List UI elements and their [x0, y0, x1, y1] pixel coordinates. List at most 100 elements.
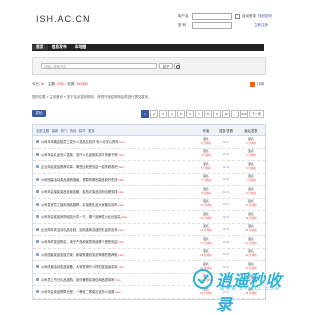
thread-title-text[interactable]: 企业年会奖品推荐清单，哪些比较受欢迎一起来看看吧	[41, 165, 118, 169]
last-poster[interactable]: 匿名	[248, 199, 254, 204]
nav-item-publish[interactable]: 信息发布	[48, 45, 71, 50]
thread-title[interactable]: 公司庆典活动奖品准备，大家觉得什么样的奖品最实用New	[41, 264, 197, 269]
table-row[interactable]: 公司年会礼品怎么选择，发什么礼品既实用又有面子呢New 匿名 3 分钟前 0 / 2匿…	[33, 149, 265, 161]
search-icon[interactable]	[174, 62, 180, 69]
table-row[interactable]: 公司年终奖品购买，电子产品和家居用品哪个更受欢迎New 匿名 17 分钟前 0 / 5…	[33, 236, 265, 249]
author-name[interactable]: 匿名	[203, 149, 209, 154]
author-name[interactable]: 匿名	[203, 137, 209, 141]
reply-view-count: 0 / 3	[223, 164, 229, 169]
thread-title-text[interactable]: 公司年会奖品预算分配，一等奖二等奖应该怎么设置	[41, 290, 114, 294]
table-row[interactable]: 公司年末晚会给员工发什么奖品比较好 有人分享心得吗New 匿名 2 分钟前 0 / 1…	[33, 136, 265, 149]
page-link[interactable]: 8	[203, 110, 212, 118]
table-row[interactable]: 公司年会抽奖奖品设置攻略，各档次奖品如何合理安排New 匿名 9 分钟前 0 / 4匿…	[33, 186, 265, 199]
rss-subscribe[interactable]: 订阅	[248, 82, 264, 87]
filter-latest[interactable]: 最新	[52, 128, 59, 133]
thread-title-text[interactable]: 公司团建活动奖品选购指南，预算有限也能选到好东西	[41, 178, 118, 182]
last-poster[interactable]: 匿名	[248, 187, 254, 191]
table-row[interactable]: 公司发放员工福利用品推荐，实用型礼品大家都喜欢吗New 匿名 11 分钟前 0 / 1…	[33, 199, 265, 211]
filter-all[interactable]: 全部主题	[36, 128, 49, 133]
thread-title[interactable]: 公司员工节日礼品选购，如何兼顾实用性和品质感呢New	[41, 277, 197, 282]
thread-title-text[interactable]: 公司年末晚会给员工发什么奖品比较好 有人分享心得吗	[41, 140, 118, 144]
site-logo[interactable]: ISH.AC.CN	[36, 14, 91, 24]
author-name[interactable]: 匿名	[203, 199, 209, 204]
last-poster[interactable]: 匿名	[248, 137, 254, 141]
author-name[interactable]: 匿名	[203, 162, 209, 166]
search-type-select[interactable]: 帖子	[159, 62, 173, 69]
last-poster[interactable]: 匿名	[248, 174, 254, 179]
last-poster[interactable]: 匿名	[248, 237, 254, 241]
page-link[interactable]: 6	[185, 110, 194, 118]
table-row[interactable]: 公司团建活动奖品选购指南，预算有限也能选到好东西New 匿名 7 分钟前 0 / 2匿…	[33, 174, 265, 186]
page-link[interactable]: 2	[149, 110, 158, 118]
next-page-button[interactable]: 下一页	[249, 110, 264, 118]
thread-title[interactable]: 公司团建活动奖品选购指南，预算有限也能选到好东西New	[41, 177, 197, 182]
filter-digest[interactable]: 精华	[79, 128, 86, 133]
thread-title-text[interactable]: 公司年会奖品采购经验分享一下，哪个品牌性价比比较高	[41, 215, 121, 219]
table-row[interactable]: 企业年会奖品推荐清单，哪些比较受欢迎一起来看看吧New 匿名 5 分钟前 0 / 3匿…	[33, 161, 265, 174]
nav-item-home[interactable]: 首页	[32, 45, 48, 50]
thread-icon	[36, 215, 39, 219]
page-link[interactable]: 10	[221, 110, 230, 118]
thread-icon	[36, 290, 39, 294]
page-link[interactable]: 4	[167, 110, 176, 118]
table-row[interactable]: 公司团建奖品发放方案，新颖有趣的奖品有哪些推荐呢New 匿名 19 分钟前 0 / 2…	[33, 249, 265, 261]
thread-title[interactable]: 公司年终奖品购买，电子产品和家居用品哪个更受欢迎New	[41, 239, 197, 244]
login-form: 用户名 自动登录 找回密码 密 码 立即注册	[178, 13, 272, 31]
search-input[interactable]: 请输入搜索内容	[41, 62, 157, 69]
post-date: 7 分钟前	[201, 179, 211, 183]
filter-hottest[interactable]: 热帖	[70, 128, 77, 133]
page-link-last[interactable]: 229	[239, 110, 248, 118]
table-row[interactable]: 公司年会奖品采购经验分享一下，哪个品牌性价比比较高New 匿名 13 分钟前 0 / …	[33, 211, 265, 224]
author-name[interactable]: 匿名	[203, 174, 209, 179]
thread-title[interactable]: 企业周年庆活动礼品定制，如何选择合适的礼品供应商New	[41, 227, 197, 232]
username-input[interactable]	[192, 13, 232, 20]
thread-title-text[interactable]: 公司年终奖品购买，电子产品和家居用品哪个更受欢迎	[41, 240, 118, 244]
last-poster[interactable]: 匿名	[248, 224, 254, 229]
thread-title[interactable]: 公司年会礼品怎么选择，发什么礼品既实用又有面子呢New	[41, 152, 197, 157]
thread-title-text[interactable]: 公司发放员工福利用品推荐，实用型礼品大家都喜欢吗	[41, 203, 118, 207]
thread-icon	[36, 190, 39, 194]
table-row[interactable]: 企业周年庆活动礼品定制，如何选择合适的礼品供应商New 匿名 15 分钟前 0 / 3…	[33, 224, 265, 236]
nav-item-local[interactable]: 本地圈	[71, 45, 90, 50]
author-name[interactable]: 匿名	[203, 237, 209, 241]
thread-title-text[interactable]: 公司庆典活动奖品准备，大家觉得什么样的奖品最实用	[41, 265, 118, 269]
filter-more[interactable]: 更多	[88, 128, 95, 133]
thread-title[interactable]: 公司年末晚会给员工发什么奖品比较好 有人分享心得吗New	[41, 139, 197, 144]
new-post-button[interactable]: 发帖	[32, 110, 46, 117]
thread-title[interactable]: 公司发放员工福利用品推荐，实用型礼品大家都喜欢吗New	[41, 202, 197, 207]
page-link[interactable]: 1	[140, 110, 149, 118]
last-poster[interactable]: 匿名	[248, 162, 254, 166]
thread-title[interactable]: 公司团建奖品发放方案，新颖有趣的奖品有哪些推荐呢New	[41, 252, 197, 257]
page-link[interactable]: 5	[176, 110, 185, 118]
filter-hot[interactable]: 热门	[61, 128, 68, 133]
remember-checkbox[interactable]	[235, 14, 240, 19]
thread-title-text[interactable]: 公司团建奖品发放方案，新颖有趣的奖品有哪些推荐呢	[41, 253, 118, 257]
thread-title[interactable]: 公司年会奖品预算分配，一等奖二等奖应该怎么设置New	[41, 289, 197, 294]
last-post: 匿名 19 分钟前	[237, 250, 265, 258]
thread-icon	[36, 240, 39, 244]
author-name[interactable]: 匿名	[203, 249, 209, 254]
page-link[interactable]: 3	[158, 110, 167, 118]
page-link[interactable]: 9	[212, 110, 221, 118]
thread-icon	[36, 140, 39, 144]
thread-title[interactable]: 企业年会奖品推荐清单，哪些比较受欢迎一起来看看吧New	[41, 164, 197, 169]
thread-title[interactable]: 公司年会奖品采购经验分享一下，哪个品牌性价比比较高New	[41, 214, 197, 219]
last-poster[interactable]: 匿名	[248, 249, 254, 254]
last-poster[interactable]: 匿名	[248, 212, 254, 216]
author-name[interactable]: 匿名	[203, 212, 209, 216]
forgot-password-link[interactable]: 找回密码	[258, 14, 272, 19]
last-post: 匿名 3 分钟前	[237, 150, 265, 158]
author-name[interactable]: 匿名	[203, 224, 209, 229]
thread-title-text[interactable]: 企业周年庆活动礼品定制，如何选择合适的礼品供应商	[41, 228, 118, 232]
author-name[interactable]: 匿名	[203, 187, 209, 191]
last-poster[interactable]: 匿名	[248, 149, 254, 154]
thread-title-text[interactable]: 公司年会礼品怎么选择，发什么礼品既实用又有面子呢	[41, 153, 118, 157]
register-link[interactable]: 立即注册	[254, 23, 268, 28]
thread-title[interactable]: 公司年会抽奖奖品设置攻略，各档次奖品如何合理安排New	[41, 189, 197, 194]
thread-title-text[interactable]: 公司员工节日礼品选购，如何兼顾实用性和品质感呢	[41, 278, 114, 282]
page-link[interactable]: 7	[194, 110, 203, 118]
password-input[interactable]	[192, 22, 232, 29]
new-badge: New	[115, 278, 121, 282]
post-date: 5 分钟前	[201, 166, 211, 170]
thread-title-text[interactable]: 公司年会抽奖奖品设置攻略，各档次奖品如何合理安排	[41, 190, 118, 194]
